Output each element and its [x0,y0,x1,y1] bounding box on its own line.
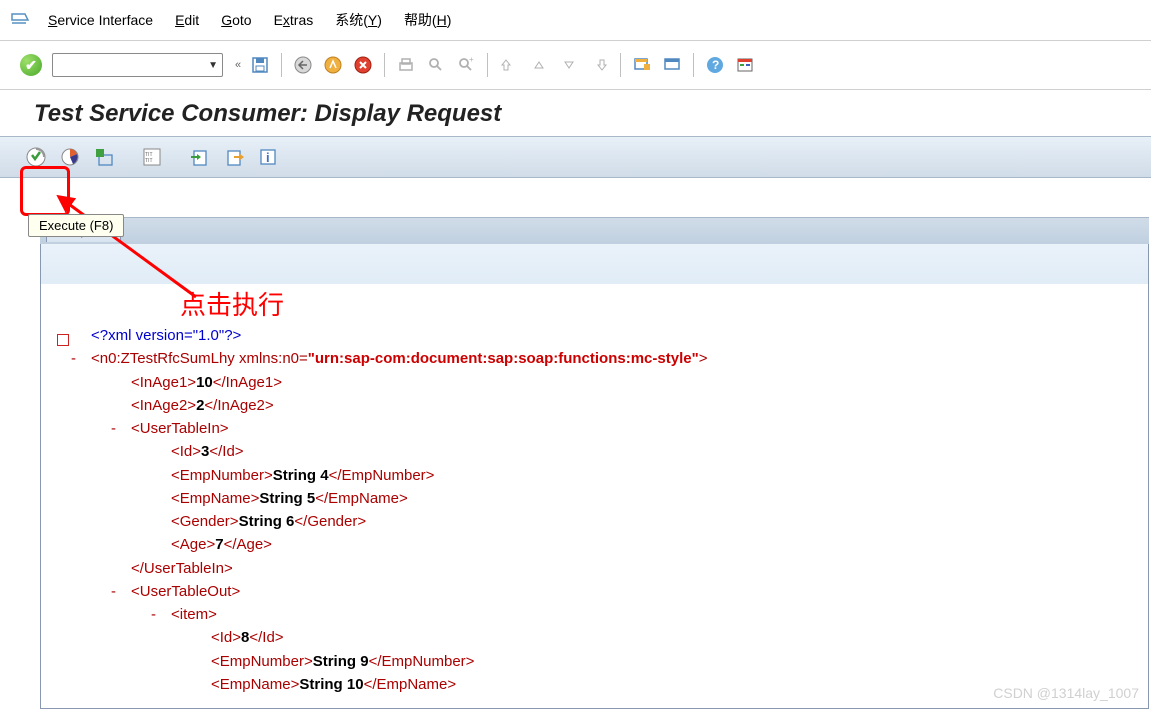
new-session-button[interactable] [629,53,655,77]
dropdown-icon: ▼ [208,60,218,71]
command-field[interactable]: ▼ [52,53,223,77]
layout-button[interactable] [659,53,685,77]
svg-text:+: + [469,55,474,64]
info-button[interactable]: i [254,144,282,170]
xml-viewer[interactable]: <?xml version="1.0"?> -<n0:ZTestRfcSumLh… [51,284,1144,704]
xml-collapse-icon[interactable] [57,334,69,346]
menu-service-interface[interactable]: Service Interface [48,12,153,28]
execute-button[interactable] [22,144,50,170]
find-button[interactable] [423,53,449,77]
last-page-button[interactable] [586,53,612,77]
pie-chart-button[interactable] [56,144,84,170]
print-button[interactable] [393,53,419,77]
application-toolbar: TITTIT i [0,136,1151,178]
toggle-icon[interactable]: - [111,417,131,440]
svg-text:?: ? [712,58,719,72]
menu-extras[interactable]: Extras [274,12,314,28]
standard-toolbar: ✔ ▼ « + ? [0,41,1151,90]
import-button[interactable] [186,144,214,170]
customize-layout-button[interactable] [732,53,758,77]
watermark: CSDN @1314lay_1007 [993,685,1139,701]
cancel-button[interactable] [350,53,376,77]
menu-edit[interactable]: Edit [175,12,199,28]
toggle-icon[interactable]: - [111,580,131,603]
toggle-icon[interactable]: - [71,347,91,370]
menu-help[interactable]: 帮助(H) [404,10,451,30]
svg-text:TIT: TIT [145,158,153,164]
enter-button[interactable]: ✔ [20,54,42,76]
history-back-icon[interactable]: « [233,59,243,71]
xml-editor-button[interactable]: TITTIT [138,144,166,170]
find-next-button[interactable]: + [453,53,479,77]
next-page-button[interactable] [556,53,582,77]
sap-system-menu-icon[interactable] [10,12,30,28]
page-title: Test Service Consumer: Display Request [0,90,1151,136]
prev-page-button[interactable] [526,53,552,77]
save-button[interactable] [247,53,273,77]
exit-button[interactable] [320,53,346,77]
tab-strip: Request [40,217,1149,244]
execute-tooltip: Execute (F8) [28,214,124,237]
menu-system[interactable]: 系统(Y) [335,10,382,30]
settings-button[interactable] [90,144,118,170]
export-button[interactable] [220,144,248,170]
menu-bar: Service Interface Edit Goto Extras 系统(Y)… [0,0,1151,41]
menu-goto[interactable]: Goto [221,12,251,28]
help-button[interactable]: ? [702,53,728,77]
first-page-button[interactable] [496,53,522,77]
toggle-icon[interactable]: - [151,603,171,626]
svg-text:i: i [266,150,270,165]
annotation-text: 点击执行 [180,285,284,322]
xml-declaration: <?xml version="1.0"?> [91,327,241,344]
back-button[interactable] [290,53,316,77]
